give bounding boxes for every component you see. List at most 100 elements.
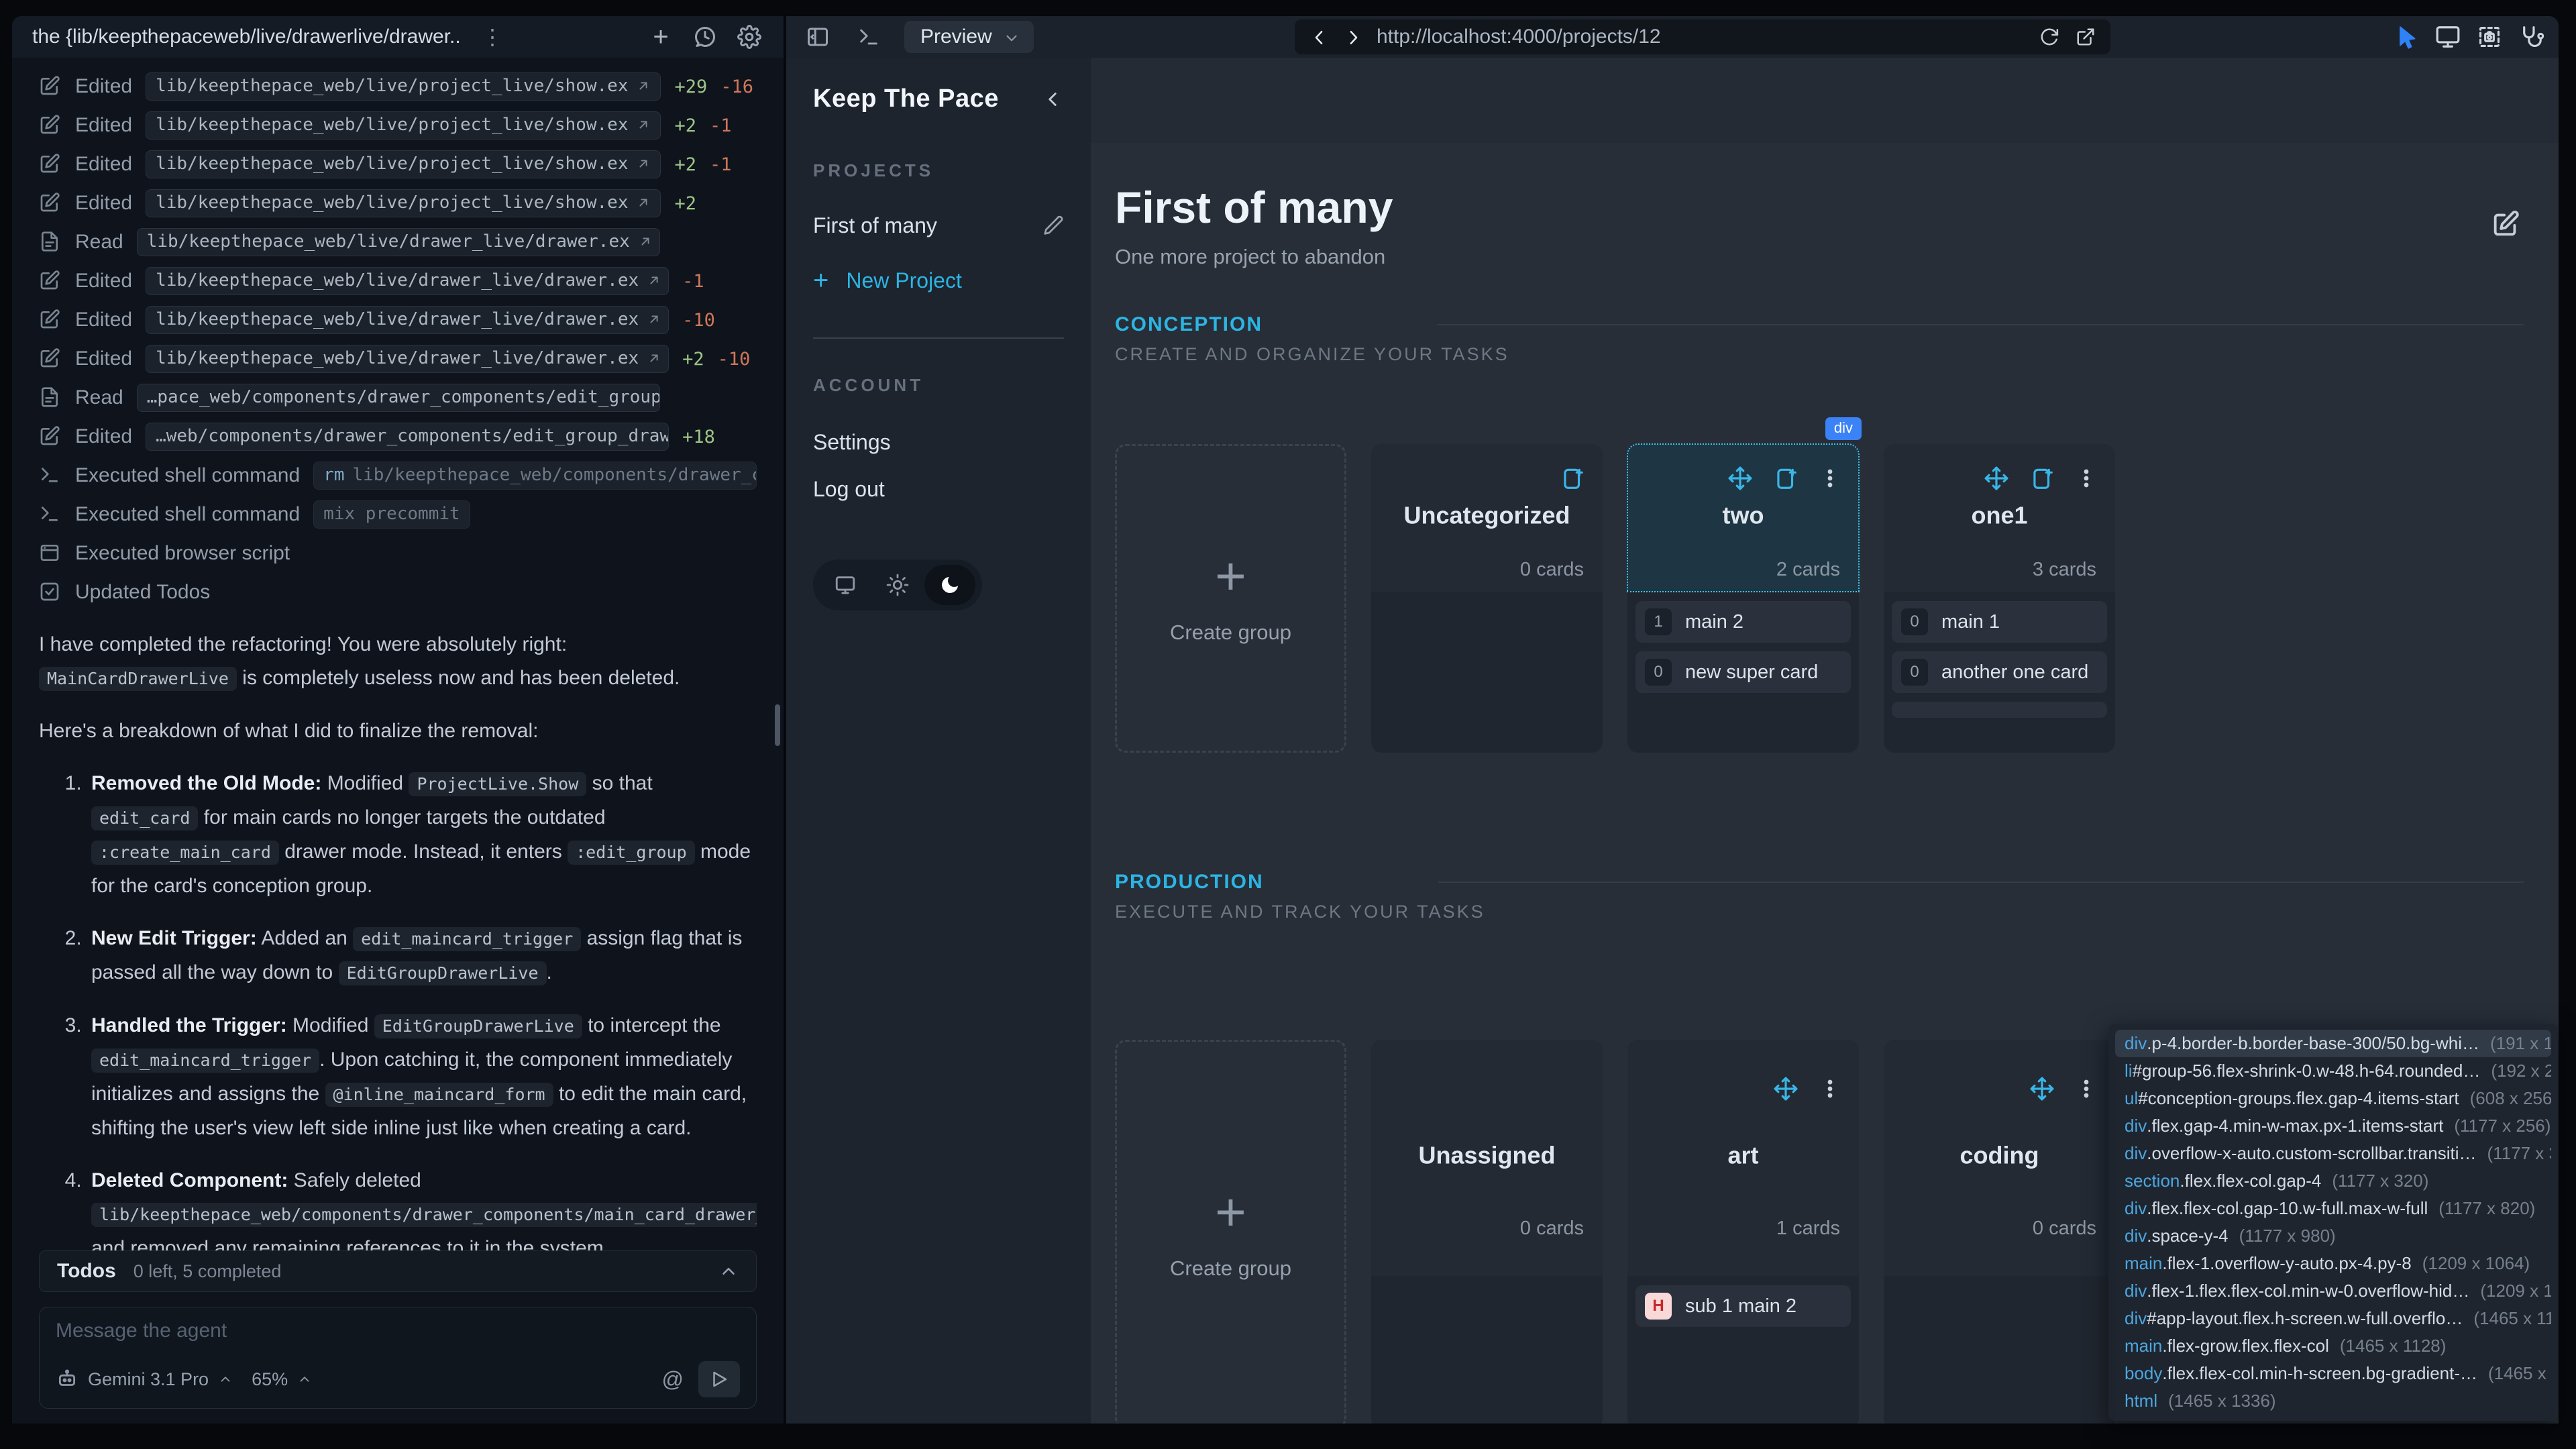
- inspector-row[interactable]: div.p-4.border-b.border-base-300/50.bg-w…: [2115, 1030, 2551, 1057]
- back-icon[interactable]: [1309, 28, 1328, 46]
- task-card-partial[interactable]: [1892, 702, 2107, 718]
- group-header[interactable]: divtwo2 cards: [1627, 444, 1859, 592]
- task-card[interactable]: Hsub 1 main 2: [1635, 1285, 1851, 1327]
- move-group-icon[interactable]: [1773, 1076, 1799, 1102]
- file-chip[interactable]: …pace_web/components/drawer_components/e…: [137, 384, 660, 412]
- group-header[interactable]: Unassigned0 cards: [1371, 1040, 1603, 1276]
- send-button[interactable]: [698, 1361, 740, 1397]
- agent-tab-title[interactable]: the {lib/keepthepaceweb/live/drawerlive/…: [32, 25, 462, 48]
- sidebar-item-logout[interactable]: Log out: [813, 466, 1064, 513]
- task-card[interactable]: 0main 1: [1892, 601, 2107, 643]
- context-caret-icon[interactable]: [297, 1372, 312, 1387]
- inspector-row[interactable]: main.flex-grow.flex.flex-col(1465 x 1128…: [2115, 1332, 2551, 1360]
- inspector-row[interactable]: html(1465 x 1336): [2115, 1387, 2551, 1415]
- message-paragraph: I have completed the refactoring! You we…: [39, 628, 757, 696]
- section-divider: [1438, 881, 2524, 883]
- file-chip[interactable]: rm lib/keepthepace_web/components/drawer…: [313, 462, 757, 490]
- diff-added: +2: [674, 193, 696, 214]
- inspector-row[interactable]: section.flex.flex-col.gap-4(1177 x 320): [2115, 1167, 2551, 1195]
- diff-added: +2: [682, 349, 704, 370]
- file-chip[interactable]: lib/keepthepace_web/live/drawer_live/dra…: [146, 345, 669, 373]
- group-card-coding: coding0 cards: [1884, 1040, 2115, 1424]
- file-chip[interactable]: mix precommit: [313, 500, 470, 529]
- inspector-row[interactable]: div.overflow-x-auto.custom-scrollbar.tra…: [2115, 1140, 2551, 1167]
- preview-mode-button[interactable]: Preview: [904, 21, 1034, 53]
- inspector-row[interactable]: li#group-56.flex-shrink-0.w-48.h-64.roun…: [2115, 1057, 2551, 1085]
- cursor-tool-icon[interactable]: [2394, 24, 2419, 50]
- url-input[interactable]: http://localhost:4000/projects/12: [1377, 25, 2025, 48]
- gear-icon[interactable]: [734, 21, 765, 52]
- screenshot-icon[interactable]: [2477, 24, 2502, 50]
- edit-project-icon[interactable]: [2490, 209, 2521, 239]
- sidebar-item-project[interactable]: First of many: [813, 204, 1064, 247]
- file-chip[interactable]: lib/keepthepace_web/live/project_live/sh…: [146, 150, 661, 178]
- new-thread-icon[interactable]: +: [645, 21, 676, 52]
- inspector-row[interactable]: div.flex-1.flex.flex-col.min-w-0.overflo…: [2115, 1277, 2551, 1305]
- terminal-icon[interactable]: [853, 21, 884, 52]
- todos-collapse-icon[interactable]: [718, 1261, 739, 1281]
- group-header[interactable]: coding0 cards: [1884, 1040, 2115, 1276]
- inspector-row[interactable]: div.flex.flex-col.gap-10.w-full.max-w-fu…: [2115, 1195, 2551, 1222]
- task-card[interactable]: 0another one card: [1892, 651, 2107, 693]
- file-chip[interactable]: lib/keepthepace_web/live/drawer_live/dra…: [137, 228, 660, 256]
- theme-system-icon[interactable]: [820, 565, 871, 605]
- task-card[interactable]: 1main 2: [1635, 601, 1851, 643]
- inline-code: MainCardDrawerLive: [39, 667, 237, 691]
- inspector-row[interactable]: div#app-layout.flex.h-screen.w-full.over…: [2115, 1305, 2551, 1332]
- group-menu-icon[interactable]: [2075, 1077, 2098, 1100]
- inspector-row[interactable]: div.flex.gap-4.min-w-max.px-1.items-star…: [2115, 1112, 2551, 1140]
- pencil-icon[interactable]: [1042, 215, 1064, 236]
- group-card-count: 0 cards: [1520, 1218, 1584, 1240]
- todos-bar[interactable]: Todos 0 left, 5 completed: [39, 1250, 757, 1292]
- sidebar-item-settings[interactable]: Settings: [813, 419, 1064, 466]
- group-menu-icon[interactable]: [1819, 467, 1841, 490]
- group-header[interactable]: art1 cards: [1627, 1040, 1859, 1276]
- add-card-icon[interactable]: [1773, 466, 1799, 491]
- file-chip[interactable]: lib/keepthepace_web/live/project_live/sh…: [146, 72, 661, 101]
- move-group-icon[interactable]: [2029, 1076, 2055, 1102]
- create-group-card[interactable]: +Create group: [1115, 444, 1346, 753]
- activity-row: Executed shell commandmix precommit: [39, 495, 757, 534]
- model-caret-icon[interactable]: [218, 1372, 233, 1387]
- file-chip[interactable]: …web/components/drawer_components/edit_g…: [146, 423, 669, 451]
- model-selector[interactable]: Gemini 3.1 Pro: [88, 1369, 209, 1390]
- move-group-icon[interactable]: [1984, 466, 2009, 491]
- collapse-sidebar-icon[interactable]: [1041, 88, 1064, 111]
- group-header[interactable]: Uncategorized0 cards: [1371, 444, 1603, 592]
- theme-dark-icon[interactable]: [924, 565, 975, 605]
- open-file-icon: [647, 312, 661, 327]
- inspect-icon[interactable]: [2518, 24, 2544, 50]
- reload-icon[interactable]: [2039, 27, 2059, 47]
- open-file-icon: [636, 117, 651, 132]
- url-bar[interactable]: http://localhost:4000/projects/12: [1295, 19, 2110, 54]
- mention-icon[interactable]: @: [662, 1367, 684, 1392]
- tab-menu-icon[interactable]: ⋮: [482, 26, 503, 48]
- group-menu-icon[interactable]: [1819, 1077, 1841, 1100]
- group-menu-icon[interactable]: [2075, 467, 2098, 490]
- move-group-icon[interactable]: [1727, 466, 1753, 491]
- open-external-icon[interactable]: [2076, 27, 2096, 47]
- viewport-icon[interactable]: [2435, 24, 2461, 50]
- inspector-row[interactable]: ul#conception-groups.flex.gap-4.items-st…: [2115, 1085, 2551, 1112]
- add-card-icon[interactable]: [2029, 466, 2055, 491]
- forward-icon[interactable]: [1343, 28, 1362, 46]
- inspector-row[interactable]: main.flex-1.overflow-y-auto.px-4.py-8(12…: [2115, 1250, 2551, 1277]
- inspector-row[interactable]: body.flex.flex-col.min-h-screen.bg-gradi…: [2115, 1360, 2551, 1387]
- toggle-sidebar-icon[interactable]: [802, 21, 833, 52]
- group-header[interactable]: one13 cards: [1884, 444, 2115, 592]
- create-group-card[interactable]: +Create group: [1115, 1040, 1346, 1424]
- message-composer[interactable]: Message the agent Gemini 3.1 Pro 65% @: [39, 1307, 757, 1409]
- new-project-button[interactable]: + New Project: [813, 266, 1064, 296]
- project-subtitle: One more project to abandon: [1115, 245, 2524, 269]
- inspector-row[interactable]: div.space-y-4(1177 x 980): [2115, 1222, 2551, 1250]
- file-chip[interactable]: lib/keepthepace_web/live/project_live/sh…: [146, 111, 661, 140]
- task-card[interactable]: 0new super card: [1635, 651, 1851, 693]
- file-chip[interactable]: lib/keepthepace_web/live/drawer_live/dra…: [146, 267, 669, 295]
- agent-scrollbar[interactable]: [775, 704, 780, 746]
- file-chip[interactable]: lib/keepthepace_web/live/drawer_live/dra…: [146, 306, 669, 334]
- context-usage[interactable]: 65%: [252, 1369, 288, 1390]
- history-icon[interactable]: [690, 21, 720, 52]
- file-chip[interactable]: lib/keepthepace_web/live/project_live/sh…: [146, 189, 661, 217]
- add-card-icon[interactable]: [1560, 466, 1585, 491]
- theme-light-icon[interactable]: [872, 565, 923, 605]
